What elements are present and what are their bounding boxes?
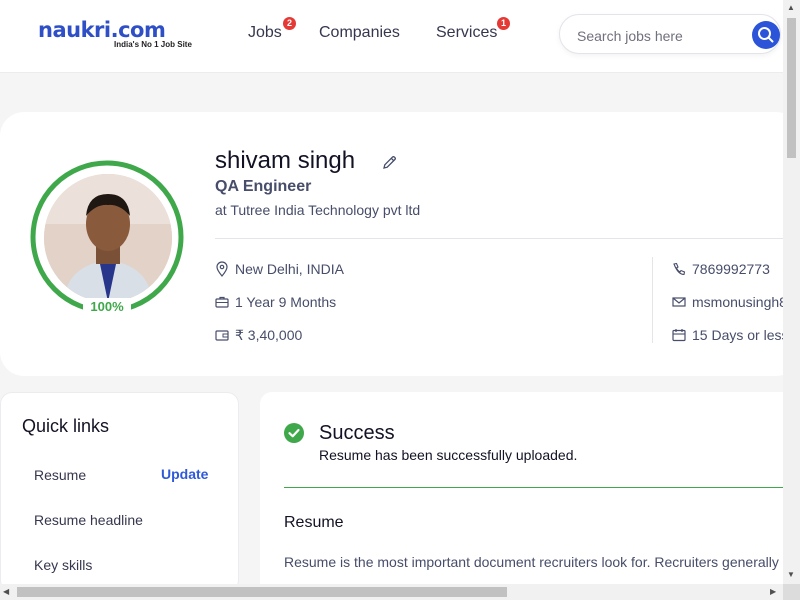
scroll-up-arrow-icon[interactable]: ▲ (787, 3, 795, 13)
profile-name: shivam singh (215, 147, 356, 174)
notice-period-text: 15 Days or less (692, 327, 783, 343)
email-text: msmonusingh8 (692, 294, 783, 310)
phone-text: 7869992773 (692, 261, 770, 277)
mail-icon (672, 297, 686, 307)
experience-text: 1 Year 9 Months (235, 294, 337, 310)
location-pin-icon (216, 261, 228, 277)
scroll-right-arrow-icon[interactable]: ▶ (770, 587, 776, 597)
resume-description: Resume is the most important document re… (284, 554, 779, 570)
success-check-icon (284, 423, 304, 443)
phone-icon (673, 262, 686, 276)
logo-tagline: India's No 1 Job Site (114, 40, 192, 49)
nav-jobs[interactable]: Jobs (248, 24, 282, 42)
logo-text: naukri.com (38, 18, 166, 42)
profile-designation: QA Engineer (215, 178, 312, 195)
horizontal-scroll-thumb[interactable] (17, 587, 507, 597)
quick-link-key-skills[interactable]: Key skills (34, 557, 92, 573)
vertical-scrollbar[interactable]: ▲ ▼ (783, 0, 800, 584)
success-divider (284, 487, 783, 488)
profile-card: 100% shivam singh QA Engineer at Tutree … (0, 112, 783, 376)
profile-divider (215, 238, 783, 239)
resume-heading: Resume (284, 514, 344, 531)
page-viewport: naukri.com India's No 1 Job Site Jobs 2 … (0, 0, 783, 584)
scroll-left-arrow-icon[interactable]: ◀ (3, 587, 9, 597)
nav-jobs-label: Jobs (248, 24, 282, 41)
quick-links-title: Quick links (22, 416, 110, 436)
quick-link-resume-headline[interactable]: Resume headline (34, 512, 143, 528)
nav-companies[interactable]: Companies (319, 24, 400, 42)
calendar-icon (672, 329, 686, 342)
search-input[interactable] (575, 24, 744, 48)
nav-services[interactable]: Services (436, 24, 497, 42)
success-title: Success (319, 422, 395, 444)
horizontal-scrollbar[interactable]: ◀ ▶ (0, 584, 783, 600)
resume-update-link[interactable]: Update (161, 466, 208, 482)
quick-link-resume[interactable]: Resume (34, 467, 86, 483)
wallet-icon (215, 330, 229, 341)
nav-services-label: Services (436, 24, 498, 41)
success-message: Resume has been successfully uploaded. (319, 447, 578, 463)
jobs-count-badge: 2 (283, 17, 296, 30)
profile-completion-ring[interactable]: 100% (30, 160, 184, 316)
scroll-down-arrow-icon[interactable]: ▼ (787, 570, 795, 580)
naukri-logo[interactable]: naukri.com India's No 1 Job Site (38, 18, 193, 54)
resume-section-card: Success Resume has been successfully upl… (260, 392, 783, 584)
avatar[interactable] (44, 174, 172, 302)
search-icon (758, 27, 774, 43)
briefcase-icon (215, 296, 229, 308)
search-button[interactable] (752, 21, 780, 49)
top-header: naukri.com India's No 1 Job Site Jobs 2 … (0, 0, 783, 73)
services-count-badge: 1 (497, 17, 510, 30)
edit-pencil-icon[interactable] (381, 154, 398, 171)
location-text: New Delhi, INDIA (235, 261, 344, 277)
scrollbar-corner (783, 584, 800, 600)
nav-companies-label: Companies (319, 24, 400, 41)
completion-percentage: 100% (83, 298, 131, 316)
vertical-scroll-thumb[interactable] (787, 18, 796, 158)
profile-column-divider (652, 257, 653, 343)
salary-text: ₹ 3,40,000 (235, 327, 303, 343)
search-bar (559, 14, 781, 54)
quick-links-panel: Quick links Resume Update Resume headlin… (0, 392, 239, 584)
avatar-photo (44, 174, 172, 302)
profile-company: at Tutree India Technology pvt ltd (215, 202, 421, 218)
